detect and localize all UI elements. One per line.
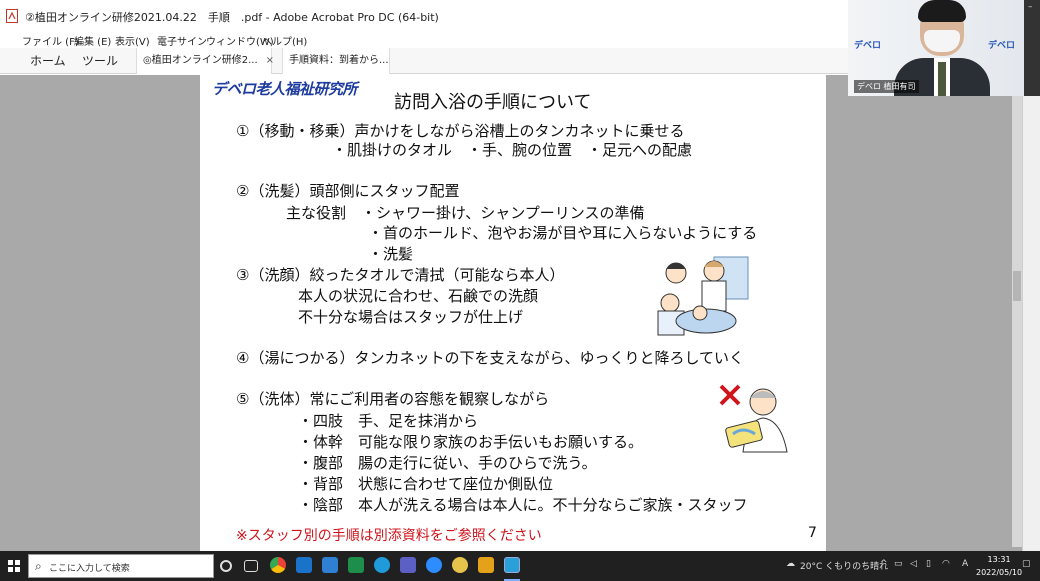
bathing-staff-illustration	[654, 251, 750, 337]
windows-taskbar: ⌕ ここに入力して検索 ☁ 20°C くもりのち晴れ ^ ▭ ◁ ▯ ◠ A 1…	[0, 551, 1040, 581]
tab-document-2[interactable]: 手順資料：到着から...	[282, 48, 390, 74]
file-explorer-icon[interactable]	[478, 557, 494, 573]
taskbar-search-box[interactable]: ⌕ ここに入力して検索	[28, 554, 214, 578]
excel-icon[interactable]	[348, 557, 364, 573]
wrong-washing-illustration	[717, 380, 791, 456]
step-1: ①（移動・移乗）声かけをしながら浴槽上のタンカネットに乗せる	[236, 122, 685, 140]
step-3-detail-1: 本人の状況に合わせ、石鹸での洗顔	[298, 287, 539, 305]
clock-time: 13:31	[987, 555, 1011, 564]
step-4: ④（湯につかる）タンカネットの下を支えながら、ゆっくりと降ろしていく	[236, 349, 745, 367]
step-3: ③（洗顔）絞ったタオルで清拭（可能なら本人）	[236, 266, 565, 284]
pdf-page: デベロ老人福祉研究所 訪問入浴の手順について ①（移動・移乗）声かけをしながら浴…	[200, 75, 826, 551]
menu-e-sign[interactable]: 電子サイン	[157, 33, 207, 48]
step-2: ②（洗髪）頭部側にスタッフ配置	[236, 182, 460, 200]
tab-home[interactable]: ホーム	[24, 48, 72, 74]
search-placeholder: ここに入力して検索	[49, 564, 130, 574]
person-tie	[938, 62, 946, 96]
menu-file[interactable]: ファイル (F)	[22, 33, 79, 48]
person-mask	[924, 30, 960, 52]
participant-name: デベロ 植田有司	[854, 80, 919, 93]
edge-icon[interactable]	[374, 557, 390, 573]
menu-view[interactable]: 表示(V)	[115, 33, 150, 48]
onedrive-icon[interactable]	[322, 557, 338, 573]
ime-indicator[interactable]: A	[962, 559, 968, 569]
tab-document-2-label: 手順資料：到着から...	[289, 55, 389, 66]
page-number: 7	[808, 525, 817, 541]
menu-help[interactable]: ヘルプ(H)	[262, 33, 307, 48]
slide-title: 訪問入浴の手順について	[394, 92, 592, 113]
network-icon[interactable]: ▭	[894, 559, 903, 569]
step-2-role-hold: ・首のホールド、泡やお湯が目や耳に入らないようにする	[368, 224, 758, 242]
wall-logo-right: デベロ	[988, 41, 1016, 51]
wifi-icon[interactable]: ◠	[942, 559, 950, 569]
taskbar-clock[interactable]: 13:31 2022/05/10	[976, 553, 1022, 579]
menu-edit[interactable]: 編集 (E)	[74, 33, 111, 48]
battery-icon[interactable]: ▯	[926, 559, 931, 569]
step-2-roles: 主な役割 ・シャワー掛け、シャンプーリンスの準備	[286, 204, 645, 222]
tray-overflow-icon[interactable]: ^	[880, 559, 888, 569]
vertical-scrollbar[interactable]	[1012, 81, 1022, 547]
right-panel-edge	[1022, 75, 1040, 551]
teams-icon[interactable]	[400, 557, 416, 573]
paint-icon[interactable]	[452, 557, 468, 573]
minimize-icon[interactable]: –	[1028, 2, 1033, 12]
screen: ②植田オンライン研修2021.04.22 手順 .pdf - Adobe Acr…	[0, 0, 1040, 581]
wall-logo: デベロ	[854, 41, 882, 51]
step-3-detail-2: 不十分な場合はスタッフが仕上げ	[298, 308, 524, 326]
active-app-icon[interactable]	[504, 557, 520, 573]
tab-document-1-label: ◎植田オンライン研修2...	[143, 55, 258, 66]
step-5: ⑤（洗体）常にご利用者の容態を観察しながら	[236, 390, 550, 408]
weather-text[interactable]: 20°C くもりのち晴れ	[800, 559, 888, 572]
brand-logo: デベロ老人福祉研究所	[212, 80, 358, 98]
pdf-file-icon	[6, 9, 18, 23]
tab-document-1[interactable]: ◎植田オンライン研修2... ×	[136, 48, 274, 74]
volume-icon[interactable]: ◁	[910, 559, 917, 569]
close-icon[interactable]: ×	[266, 55, 274, 66]
chrome-icon[interactable]	[270, 557, 286, 573]
cortana-icon[interactable]	[220, 560, 232, 572]
step-5-limbs: ・四肢 手、足を抹消から	[298, 412, 479, 430]
search-icon: ⌕	[35, 559, 42, 573]
step-5-trunk: ・体幹 可能な限り家族のお手伝いもお願いする。	[298, 433, 644, 451]
staff-note: ※スタッフ別の手順は別添資料をご参照ください	[236, 528, 542, 544]
meeting-side-strip: –	[1024, 0, 1040, 96]
step-5-genital: ・陰部 本人が洗える場合は本人に。不十分ならご家族・スタッフ	[298, 496, 748, 514]
step-1-detail: ・肌掛けのタオル ・手、腕の位置 ・足元への配慮	[332, 141, 693, 159]
notification-icon[interactable]: ▢	[1022, 559, 1031, 569]
step-5-abdomen: ・腹部 腸の走行に従い、手のひらで洗う。	[298, 454, 597, 472]
step-5-back: ・背部 状態に合わせて座位か側臥位	[298, 475, 554, 493]
step-2-role-wash: ・洗髪	[368, 245, 414, 263]
scrollbar-thumb[interactable]	[1013, 271, 1021, 301]
window-title: ②植田オンライン研修2021.04.22 手順 .pdf - Adobe Acr…	[25, 11, 439, 24]
person-hair	[918, 0, 966, 22]
clock-date: 2022/05/10	[976, 568, 1023, 577]
outlook-icon[interactable]	[296, 557, 312, 573]
task-view-icon[interactable]	[244, 560, 258, 572]
windows-start-icon[interactable]	[8, 560, 20, 572]
zoom-icon[interactable]	[426, 557, 442, 573]
tab-tools[interactable]: ツール	[76, 48, 124, 74]
weather-icon[interactable]: ☁	[786, 559, 795, 569]
webcam-video: デベロ デベロ デベロ 植田有司	[848, 0, 1024, 96]
